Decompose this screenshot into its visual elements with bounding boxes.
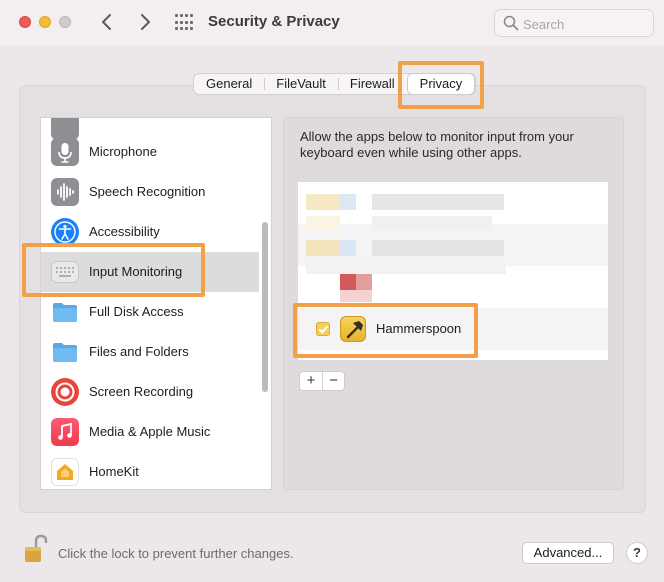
advanced-button[interactable]: Advanced...	[522, 542, 614, 564]
titlebar: Security & Privacy	[0, 0, 664, 46]
sidebar-item-label: Files and Folders	[89, 344, 189, 359]
preferences-window: Security & Privacy General FileVault Fir…	[0, 0, 664, 582]
add-app-button[interactable]: +	[300, 372, 322, 390]
add-remove-controls: + −	[299, 371, 345, 391]
lock-status-text: Click the lock to prevent further change…	[58, 546, 294, 561]
privacy-tab-highlight	[398, 61, 484, 109]
search-input[interactable]	[523, 14, 643, 34]
sidebar-item-media-apple-music[interactable]: Media & Apple Music	[41, 412, 259, 452]
sidebar-item-label: Speech Recognition	[89, 184, 206, 199]
sidebar-item-label: Screen Recording	[89, 384, 194, 399]
waveform-icon	[51, 178, 79, 206]
window-title: Security & Privacy	[208, 13, 340, 30]
sidebar-item-label: Full Disk Access	[89, 304, 184, 319]
tab-general[interactable]: General	[194, 74, 264, 94]
close-window-button[interactable]	[19, 16, 31, 28]
sidebar-item-speech-recognition[interactable]: Speech Recognition	[41, 172, 259, 212]
show-all-grid-icon[interactable]	[175, 14, 193, 32]
tab-filevault[interactable]: FileVault	[264, 74, 338, 94]
input-monitoring-highlight	[22, 243, 205, 297]
sidebar-item-files-and-folders[interactable]: Files and Folders	[41, 332, 259, 372]
minimize-window-button[interactable]	[39, 16, 51, 28]
sidebar-item-label: Media & Apple Music	[89, 424, 211, 439]
unlocked-padlock-icon	[25, 534, 48, 562]
home-icon	[51, 458, 79, 486]
sidebar-scrollbar[interactable]	[262, 222, 268, 392]
permission-description: Allow the apps below to monitor input fr…	[300, 129, 574, 160]
sidebar-item-homekit[interactable]: HomeKit	[41, 452, 259, 489]
screen-recording-icon	[51, 378, 79, 406]
folder-icon	[51, 338, 79, 366]
help-button[interactable]: ?	[626, 542, 648, 564]
sidebar-item-label: HomeKit	[89, 464, 139, 479]
music-icon	[51, 418, 79, 446]
sidebar-item-full-disk-access[interactable]: Full Disk Access	[41, 292, 259, 332]
sidebar-item-label: Microphone	[89, 144, 157, 159]
lock-button[interactable]	[22, 534, 48, 564]
tab-firewall[interactable]: Firewall	[337, 74, 407, 94]
sidebar-item-label: Accessibility	[89, 224, 160, 239]
chevron-right-icon	[141, 14, 150, 30]
search-icon	[503, 15, 519, 31]
accessibility-icon	[51, 218, 79, 246]
zoom-window-button[interactable]	[59, 16, 71, 28]
microphone-icon	[51, 138, 79, 166]
forward-button[interactable]	[134, 11, 156, 33]
hammerspoon-highlight	[293, 303, 478, 358]
sidebar-item-microphone[interactable]: Microphone	[41, 132, 259, 172]
sidebar-item-screen-recording[interactable]: Screen Recording	[41, 372, 259, 412]
search-field[interactable]	[494, 9, 654, 37]
privacy-category-list[interactable]: Microphone Speech Recognition Accessibil…	[40, 117, 272, 490]
back-button[interactable]	[96, 11, 118, 33]
chevron-left-icon	[102, 14, 111, 30]
remove-app-button[interactable]: −	[322, 372, 344, 390]
folder-icon	[51, 298, 79, 326]
